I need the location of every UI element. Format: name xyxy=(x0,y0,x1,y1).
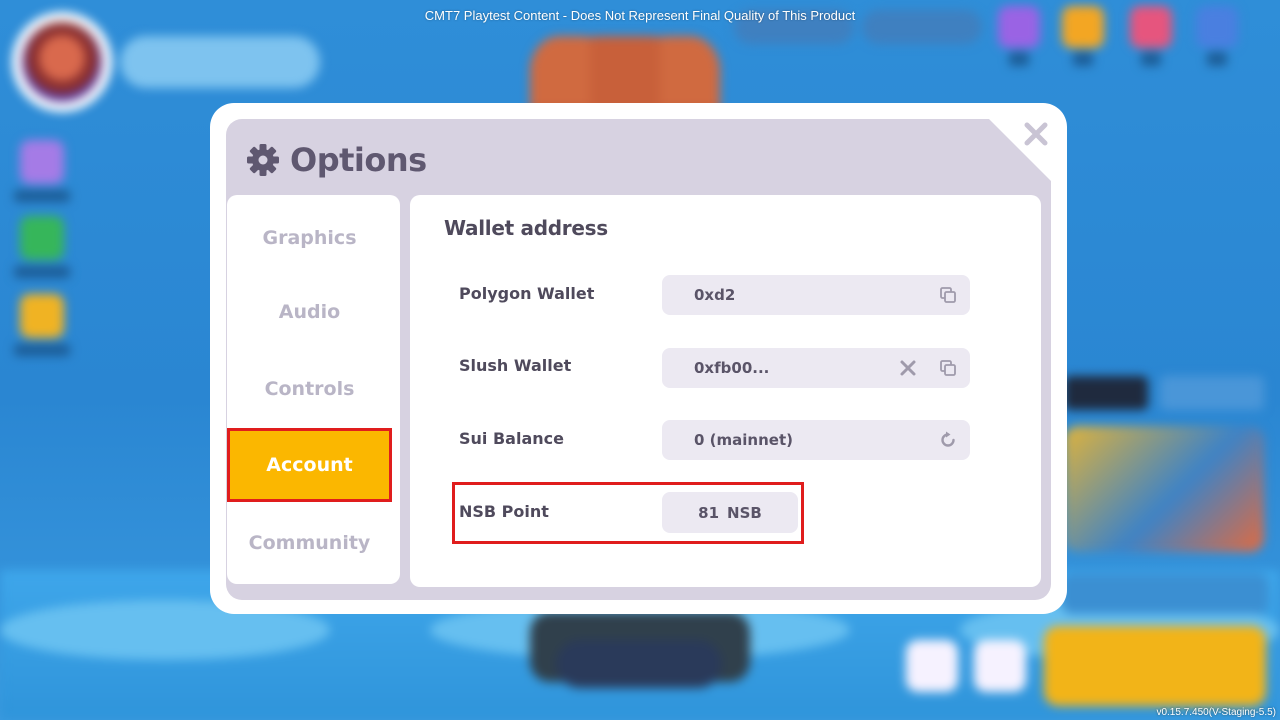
nsb-point-value: 81 NSB xyxy=(662,492,798,533)
count-badge xyxy=(1009,52,1029,66)
tab-community[interactable]: Community xyxy=(227,507,392,579)
clear-slush-button[interactable] xyxy=(897,357,919,379)
mode-tab-rank[interactable] xyxy=(1160,376,1264,410)
slush-wallet-field: 0xfb00... xyxy=(662,348,970,388)
version-label: v0.15.7.450(V-Staging-5.5) xyxy=(1156,707,1276,718)
boost-pill xyxy=(556,640,722,688)
gear-icon xyxy=(247,144,279,176)
nsb-point-unit: NSB xyxy=(727,503,762,522)
map-card[interactable] xyxy=(1064,426,1264,552)
count-badge xyxy=(1207,52,1227,66)
collection-button[interactable] xyxy=(906,640,958,692)
copy-icon xyxy=(940,287,956,303)
quest-caption xyxy=(14,344,70,356)
avatar-image xyxy=(22,22,102,102)
character-ear xyxy=(530,36,590,106)
sui-balance-label: Sui Balance xyxy=(459,429,564,448)
copy-polygon-button[interactable] xyxy=(937,284,959,306)
section-title: Wallet address xyxy=(444,216,608,240)
playtest-banner: CMT7 Playtest Content - Does Not Represe… xyxy=(424,8,856,23)
options-header: Options xyxy=(246,138,427,182)
options-title: Options xyxy=(290,141,427,179)
close-button[interactable] xyxy=(1018,116,1054,152)
nsb-point-label: NSB Point xyxy=(459,502,549,521)
mode-tab-normal[interactable] xyxy=(1064,376,1148,410)
refresh-icon xyxy=(941,431,955,447)
tab-account[interactable]: Account xyxy=(227,428,392,502)
count-badge xyxy=(1073,52,1093,66)
tips-button[interactable] xyxy=(974,640,1026,692)
event-caption xyxy=(14,190,70,202)
slush-wallet-label: Slush Wallet xyxy=(459,356,572,375)
character-ear xyxy=(660,36,720,106)
polygon-wallet-field: 0xd2 xyxy=(662,275,970,315)
quest-icon[interactable] xyxy=(20,294,64,338)
copy-slush-button[interactable] xyxy=(937,357,959,379)
close-icon xyxy=(1024,122,1048,146)
tab-audio[interactable]: Audio xyxy=(227,276,392,348)
slush-wallet-value: 0xfb00... xyxy=(694,359,770,377)
polygon-wallet-label: Polygon Wallet xyxy=(459,284,595,303)
region-select[interactable] xyxy=(1062,574,1268,614)
player-name-pill xyxy=(120,36,320,88)
event-icon[interactable] xyxy=(20,140,64,184)
tab-graphics[interactable]: Graphics xyxy=(227,202,392,274)
book-caption xyxy=(14,266,70,278)
refresh-balance-button[interactable] xyxy=(937,429,959,451)
copy-icon xyxy=(940,360,956,376)
match-button[interactable] xyxy=(1044,626,1266,706)
polygon-wallet-value: 0xd2 xyxy=(694,286,736,304)
count-badge xyxy=(1141,52,1161,66)
tab-controls[interactable]: Controls xyxy=(227,353,392,425)
clear-icon xyxy=(900,360,916,376)
sui-balance-value: 0 (mainnet) xyxy=(694,431,793,449)
nsb-point-amount: 81 xyxy=(698,503,720,522)
book-icon[interactable] xyxy=(20,216,64,260)
sui-balance-field: 0 (mainnet) xyxy=(662,420,970,460)
